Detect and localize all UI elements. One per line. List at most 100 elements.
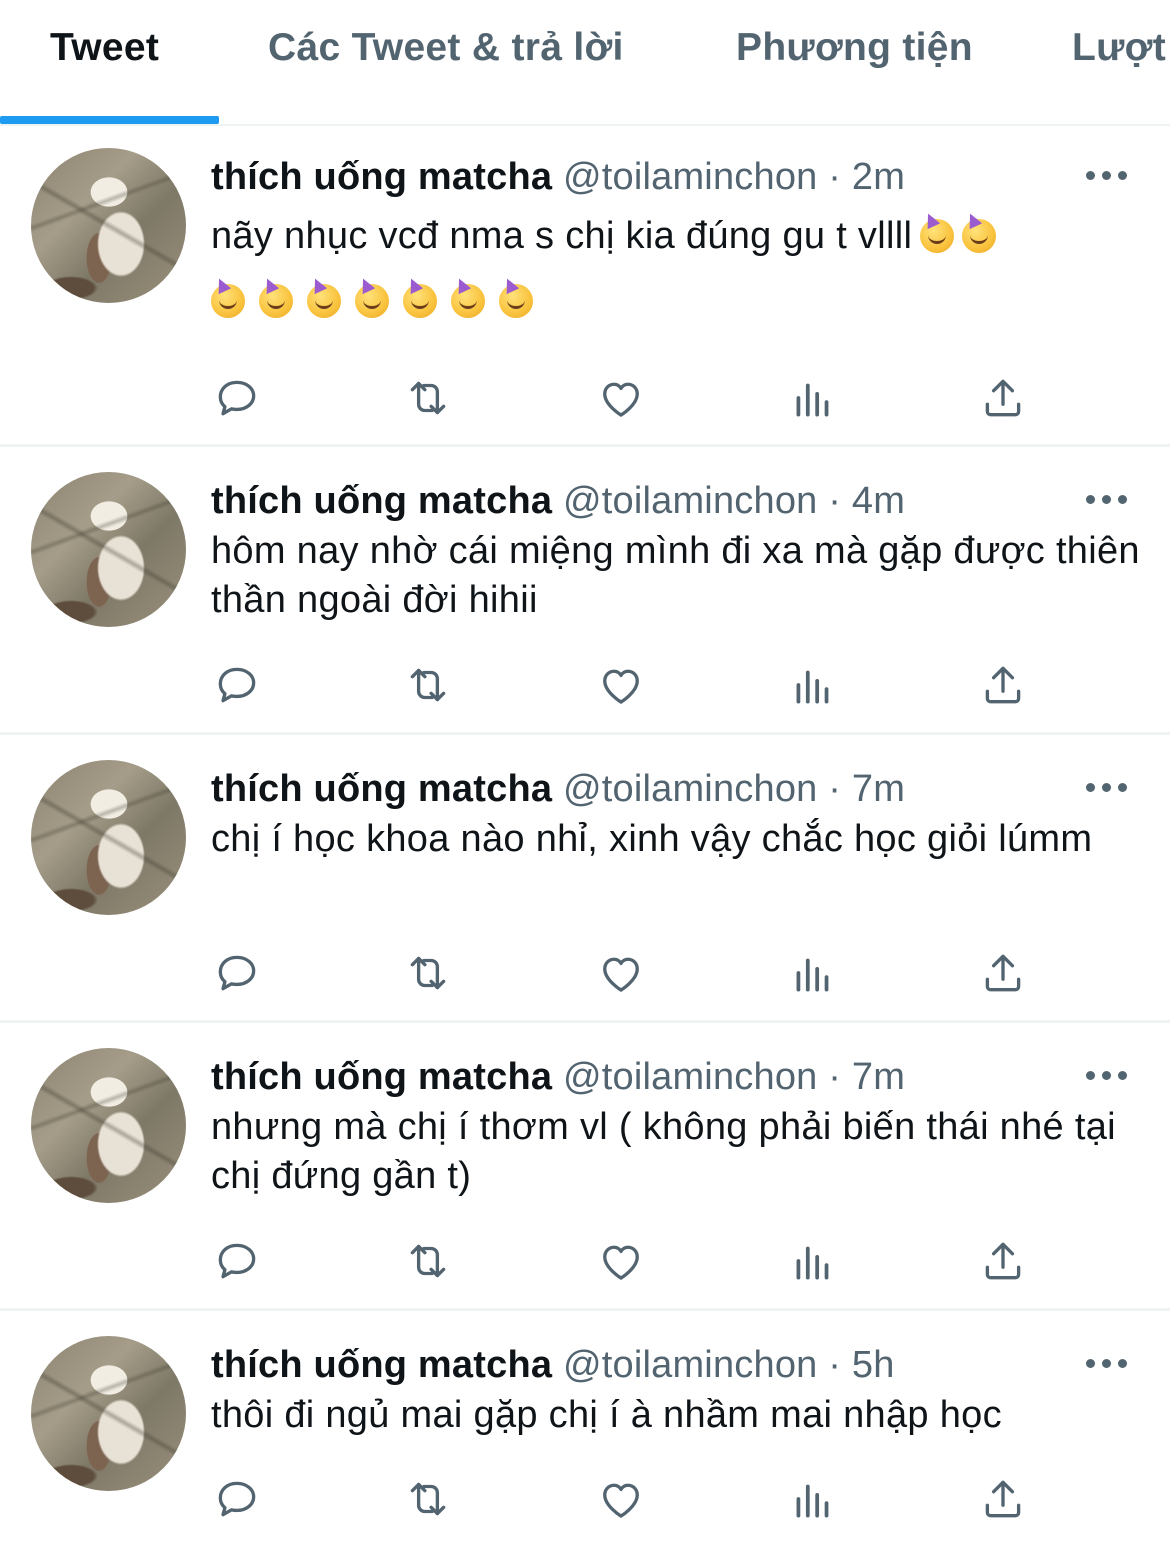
like-icon (596, 1483, 646, 1528)
tweet-item[interactable]: thích uống matcha @toilaminchon · 7m chị… (0, 735, 1170, 1023)
avatar[interactable] (31, 1336, 186, 1491)
reply-icon (212, 1481, 262, 1528)
separator: · (828, 1344, 842, 1386)
timestamp[interactable]: 4m (852, 480, 905, 522)
timestamp[interactable]: 7m (852, 768, 905, 810)
tab-likes[interactable]: Lượt (1072, 26, 1166, 70)
retweet-button[interactable] (403, 1474, 453, 1524)
display-name[interactable]: thích uống matcha (211, 480, 552, 522)
avatar[interactable] (31, 760, 186, 915)
partying-face-emoji (920, 218, 955, 253)
display-name[interactable]: thích uống matcha (211, 1344, 552, 1386)
reply-button[interactable] (212, 948, 262, 998)
retweet-icon (403, 1244, 453, 1290)
more-options-icon[interactable] (1086, 495, 1128, 505)
tab-media[interactable]: Phương tiện (736, 26, 973, 70)
share-button[interactable] (978, 1236, 1028, 1286)
display-name[interactable]: thích uống matcha (211, 1056, 552, 1098)
avatar[interactable] (31, 1048, 186, 1203)
reply-button[interactable] (212, 1474, 262, 1524)
tweet-item[interactable]: thích uống matcha @toilaminchon · 5h thô… (0, 1311, 1170, 1548)
reply-button[interactable] (212, 660, 262, 710)
analytics-button[interactable] (788, 660, 838, 710)
partying-face-emoji (259, 284, 293, 318)
partying-face-emoji (307, 284, 341, 318)
share-icon (978, 1480, 1028, 1528)
tweet-header: thích uống matcha @toilaminchon · 5h (211, 1344, 895, 1387)
tweet-item[interactable]: thích uống matcha @toilaminchon · 2m nãy… (0, 126, 1170, 447)
separator: · (828, 1056, 842, 1098)
reply-icon (212, 955, 262, 1002)
reply-button[interactable] (212, 373, 262, 423)
more-options-icon[interactable] (1086, 171, 1128, 181)
like-button[interactable] (596, 373, 646, 423)
more-options-icon[interactable] (1086, 1359, 1128, 1369)
avatar[interactable] (31, 472, 186, 627)
tweet-actions (0, 660, 1170, 710)
tweet-actions (0, 948, 1170, 998)
analytics-button[interactable] (788, 948, 838, 998)
retweet-button[interactable] (403, 660, 453, 710)
share-icon (978, 954, 1028, 1002)
tweet-text-content: nãy nhục vcđ nma s chị kia đúng gu t vll… (211, 215, 913, 257)
retweet-icon (403, 956, 453, 1002)
analytics-button[interactable] (788, 373, 838, 423)
separator: · (828, 768, 842, 810)
user-handle[interactable]: @toilaminchon (563, 480, 818, 522)
retweet-button[interactable] (403, 1236, 453, 1286)
display-name[interactable]: thích uống matcha (211, 768, 552, 810)
separator: · (828, 480, 842, 522)
like-button[interactable] (596, 660, 646, 710)
separator: · (828, 156, 842, 198)
tab-tweets[interactable]: Tweet (50, 26, 159, 70)
partying-face-emoji (211, 284, 245, 318)
active-tab-indicator (0, 116, 219, 124)
tweet-text: chị í học khoa nào nhỉ, xinh vậy chắc họ… (211, 818, 1093, 860)
share-icon (978, 666, 1028, 714)
avatar[interactable] (31, 148, 186, 303)
tweet-actions (0, 1236, 1170, 1286)
like-button[interactable] (596, 1474, 646, 1524)
like-button[interactable] (596, 1236, 646, 1286)
timestamp[interactable]: 7m (852, 1056, 905, 1098)
tweet-actions (0, 373, 1170, 423)
display-name[interactable]: thích uống matcha (211, 156, 552, 198)
profile-tabs: Tweet Các Tweet & trả lời Phương tiện Lư… (0, 0, 1170, 126)
analytics-icon (788, 383, 838, 427)
more-options-icon[interactable] (1086, 783, 1128, 793)
share-button[interactable] (978, 660, 1028, 710)
timestamp[interactable]: 5h (852, 1344, 895, 1386)
more-options-icon[interactable] (1086, 1071, 1128, 1081)
tweet-header: thích uống matcha @toilaminchon · 2m (211, 156, 905, 199)
tweet-header: thích uống matcha @toilaminchon · 4m (211, 480, 905, 523)
tweet-text: hôm nay nhờ cái miệng mình đi xa mà gặp … (211, 530, 1140, 621)
user-handle[interactable]: @toilaminchon (563, 1344, 818, 1386)
analytics-button[interactable] (788, 1474, 838, 1524)
timestamp[interactable]: 2m (852, 156, 905, 198)
tweet-actions (0, 1474, 1170, 1524)
user-handle[interactable]: @toilaminchon (563, 156, 818, 198)
retweet-icon (403, 381, 453, 427)
share-button[interactable] (978, 373, 1028, 423)
tweet-text: nãy nhục vcđ nma s chị kia đúng gu t vll… (211, 212, 1151, 261)
reply-icon (212, 380, 262, 427)
tab-tweets-and-replies[interactable]: Các Tweet & trả lời (268, 26, 624, 70)
analytics-icon (788, 1246, 838, 1290)
tweet-item[interactable]: thích uống matcha @toilaminchon · 4m hôm… (0, 447, 1170, 735)
user-handle[interactable]: @toilaminchon (563, 768, 818, 810)
reply-icon (212, 667, 262, 714)
user-handle[interactable]: @toilaminchon (563, 1056, 818, 1098)
share-button[interactable] (978, 1474, 1028, 1524)
analytics-icon (788, 958, 838, 1002)
share-button[interactable] (978, 948, 1028, 998)
reply-button[interactable] (212, 1236, 262, 1286)
share-icon (978, 1242, 1028, 1290)
retweet-button[interactable] (403, 373, 453, 423)
retweet-icon (403, 668, 453, 714)
tweet-item[interactable]: thích uống matcha @toilaminchon · 7m như… (0, 1023, 1170, 1311)
retweet-button[interactable] (403, 948, 453, 998)
analytics-icon (788, 670, 838, 714)
like-button[interactable] (596, 948, 646, 998)
like-icon (596, 957, 646, 1002)
analytics-button[interactable] (788, 1236, 838, 1286)
